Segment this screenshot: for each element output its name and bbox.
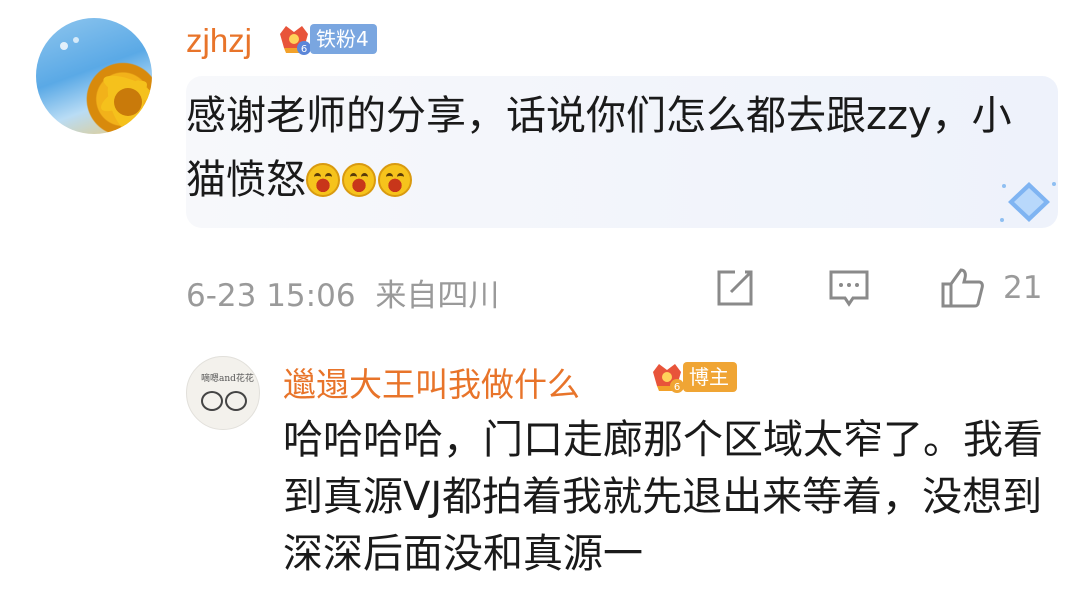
svg-text:6: 6 <box>674 382 680 393</box>
diamond-icon <box>1000 182 1056 222</box>
comment-timestamp: 6-23 15:06 <box>186 278 356 314</box>
comment-meta: 6-23 15:06 来自四川 <box>186 270 499 315</box>
comment-text: 感谢老师的分享，话说你们怎么都去跟zzy，小猫愤怒 <box>186 84 1026 212</box>
thumbs-up-icon[interactable] <box>939 266 985 310</box>
host-badge: 博主 <box>683 362 737 392</box>
avatar[interactable] <box>36 18 152 134</box>
grin-emoji <box>378 163 412 197</box>
crown-badge-icon: 6 <box>280 26 311 55</box>
like-count: 21 <box>1003 270 1043 306</box>
comment-username[interactable]: zjhzj <box>186 22 252 60</box>
reply-username[interactable]: 邋遢大王叫我做什么 <box>283 358 580 406</box>
grin-emoji <box>306 163 340 197</box>
cat-doodle-icon <box>225 391 247 411</box>
reply-avatar[interactable]: 嘀嗯and花花 <box>186 356 260 430</box>
comment-icon[interactable] <box>827 266 871 310</box>
comment-location: 来自四川 <box>375 278 500 314</box>
reply-text: 哈哈哈哈，门口走廊那个区域太窄了。我看到真源VJ都拍着我就先退出来等着，没想到深… <box>283 417 1043 577</box>
avatar-doodle-text: 嘀嗯and花花 <box>201 374 254 384</box>
grin-emoji <box>342 163 376 197</box>
svg-text:6: 6 <box>301 44 307 55</box>
share-icon[interactable] <box>713 266 757 310</box>
crown-badge-icon: 6 <box>653 364 684 393</box>
cat-doodle-icon <box>201 391 223 411</box>
fan-level-badge: 铁粉4 <box>310 24 377 54</box>
sunflower-avatar-image <box>60 37 152 132</box>
